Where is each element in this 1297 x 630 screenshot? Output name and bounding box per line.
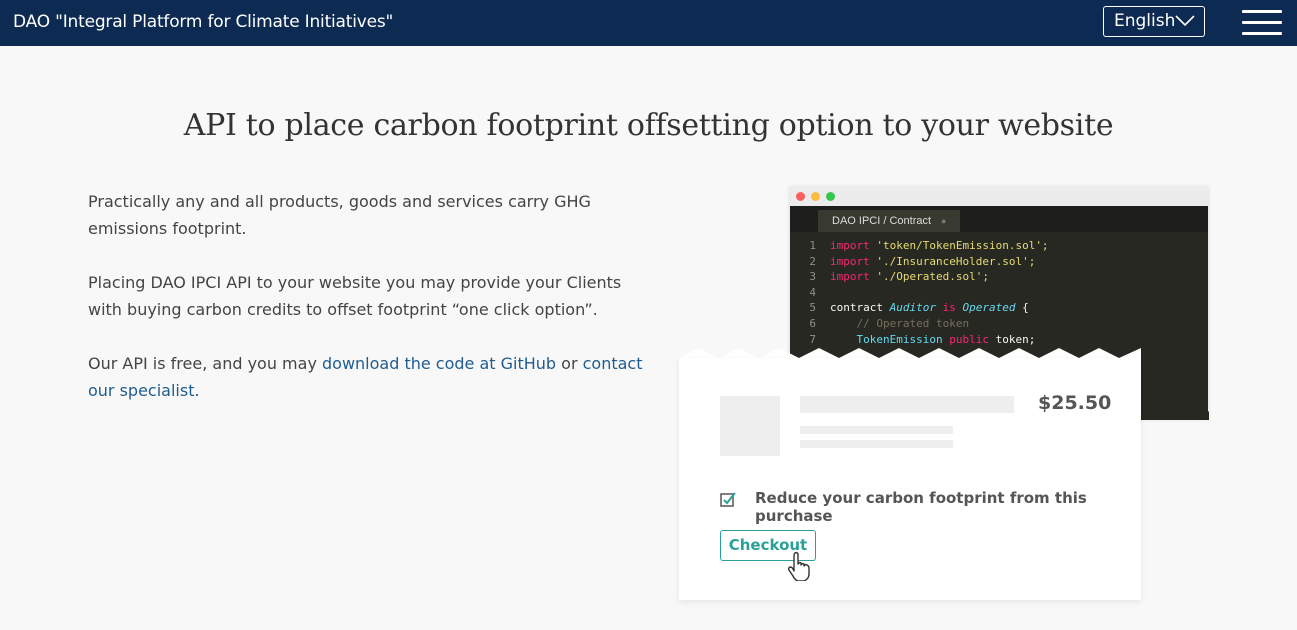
hamburger-menu-icon[interactable] <box>1242 10 1282 36</box>
code-line: 5 contract Auditor is Operated { <box>809 301 1029 315</box>
paragraph-free: Our API is free, and you may download th… <box>88 354 643 400</box>
product-price: $25.50 <box>1038 392 1112 414</box>
product-thumbnail <box>720 396 780 456</box>
language-label: English <box>1114 11 1176 31</box>
github-link[interactable]: download the code at GitHub <box>322 354 556 373</box>
paragraph-api: Placing DAO IPCI API to your website you… <box>88 273 622 319</box>
site-brand[interactable]: DAO "Integral Platform for Climate Initi… <box>13 12 393 32</box>
top-navbar: DAO "Integral Platform for Climate Initi… <box>0 0 1297 46</box>
language-selector[interactable]: English <box>1103 6 1205 37</box>
intro-text: Practically any and all products, goods … <box>88 188 658 431</box>
code-line: 1 import 'token/TokenEmission.sol'; <box>809 239 1049 252</box>
code-line: 2 import './InsuranceHolder.sol'; <box>809 254 1036 268</box>
page-title: API to place carbon footprint offsetting… <box>183 108 1114 143</box>
minimize-dot-icon <box>811 192 820 201</box>
product-desc-placeholder <box>800 440 953 448</box>
close-dot-icon <box>796 192 805 201</box>
code-line: 3 import './Operated.sol'; <box>809 270 989 284</box>
editor-tab: DAO IPCI / Contract ● <box>818 210 961 232</box>
editor-tabs: DAO IPCI / Contract ● <box>790 206 1208 232</box>
checkout-card: $25.50 Reduce your carbon footprint from… <box>679 358 1141 600</box>
checkbox-checked-icon[interactable] <box>720 491 736 507</box>
code-line: 6 // Operated token <box>809 316 970 330</box>
code-line: 4 <box>809 285 816 299</box>
maximize-dot-icon <box>826 192 835 201</box>
hand-cursor-icon <box>787 551 810 581</box>
tab-close-icon: ● <box>941 216 947 226</box>
chevron-down-icon <box>1175 15 1195 27</box>
offset-option-label[interactable]: Reduce your carbon footprint from this p… <box>755 489 1141 525</box>
code-block: 1 import 'token/TokenEmission.sol'; 2 impo… <box>790 232 1208 347</box>
window-chrome <box>790 186 1208 206</box>
paragraph-footprint: Practically any and all products, goods … <box>88 192 591 238</box>
product-name-placeholder <box>800 396 1014 413</box>
product-desc-placeholder <box>800 426 953 434</box>
